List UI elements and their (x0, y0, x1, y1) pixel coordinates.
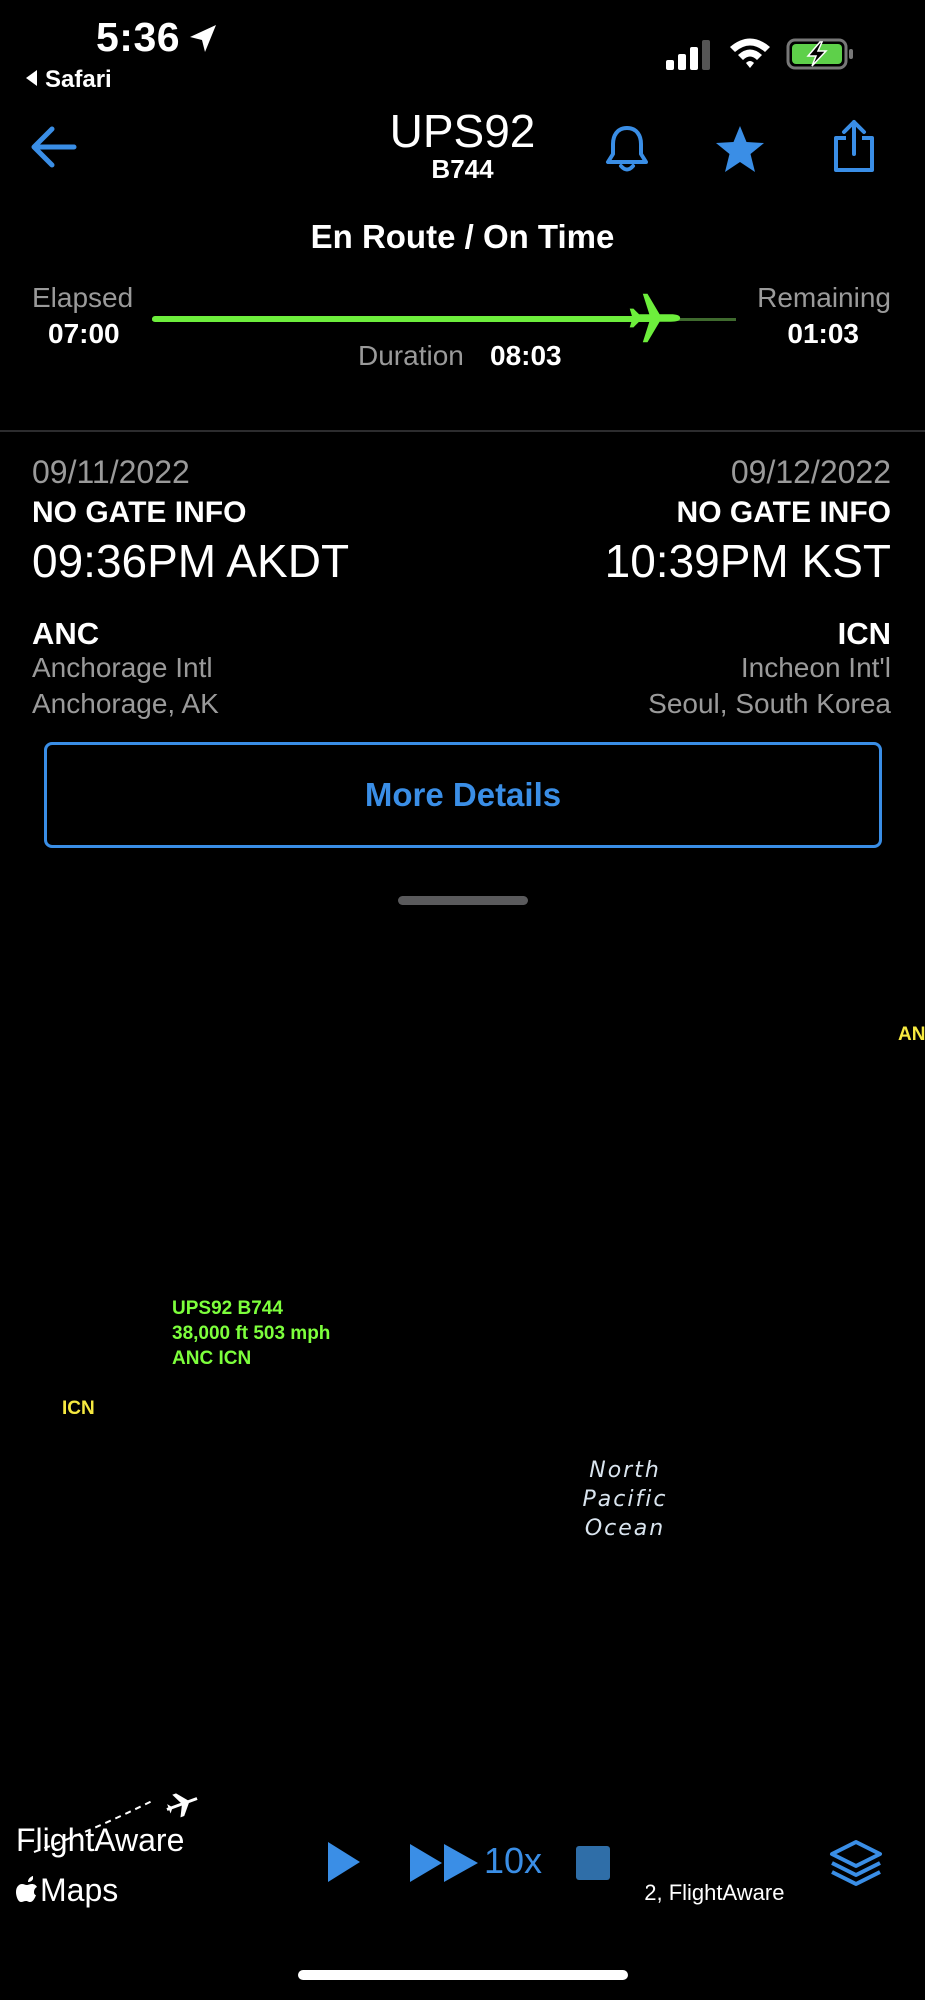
departure-city: Anchorage, AK (32, 688, 219, 719)
flight-status: En Route / On Time (310, 218, 615, 255)
back-to-safari[interactable]: Safari (26, 66, 112, 94)
departure-code: ANC (32, 616, 100, 651)
arrival-gate: NO GATE INFO (676, 496, 891, 529)
map-anc-label: AN (898, 1024, 925, 1045)
departure-airport: Anchorage Intl (32, 652, 213, 683)
playback-speed[interactable]: 10x (484, 1840, 542, 1882)
maps-label: Maps (40, 1872, 119, 1908)
arrival-city: Seoul, South Korea (648, 688, 891, 719)
wifi-icon (730, 38, 770, 68)
ocean-label: North Pacific Ocean (560, 1456, 690, 1543)
home-indicator[interactable] (298, 1970, 628, 1980)
more-details-button[interactable]: More Details (44, 742, 882, 848)
map-flight-tag-line1: UPS92 B744 (172, 1298, 283, 1319)
cellular-signal-icon (666, 40, 710, 70)
apple-logo-icon (16, 1876, 37, 1902)
remaining-value: 01:03 (787, 318, 859, 349)
apple-maps-attribution[interactable]: Maps (16, 1872, 118, 1909)
map-flight-tag-line2: 38,000 ft 503 mph (172, 1323, 331, 1344)
fast-forward-icon[interactable] (408, 1840, 480, 1886)
star-icon[interactable] (714, 124, 766, 174)
aircraft-type: B744 (431, 154, 494, 184)
layers-button[interactable] (808, 1816, 904, 1912)
map-icn-label: ICN (62, 1398, 95, 1419)
back-triangle-icon (26, 70, 37, 86)
map-copyright: 22, FlightAware (632, 1880, 785, 1905)
ocean-label-line2: Pacific (582, 1487, 668, 1512)
ocean-label-line3: Ocean (584, 1516, 666, 1541)
sheet-grabber[interactable] (398, 896, 528, 905)
map-flight-tag-line3: ANC ICN (172, 1348, 252, 1369)
ocean-label-line1: North (589, 1458, 661, 1483)
departure-time: 09:36PM AKDT (32, 535, 350, 587)
location-arrow-icon (190, 25, 216, 52)
back-app-label: Safari (45, 66, 112, 93)
map-flight-tag[interactable]: UPS92 B744 38,000 ft 503 mph ANC ICN (172, 1296, 330, 1371)
battery-charging-icon (786, 38, 853, 70)
duration-value: 08:03 (490, 340, 562, 371)
departure-gate: NO GATE INFO (32, 496, 247, 529)
arrival-airport: Incheon Int'l (740, 652, 891, 683)
elapsed-value: 07:00 (48, 318, 120, 349)
duration-label: Duration (358, 340, 464, 371)
play-icon[interactable] (324, 1838, 364, 1886)
arrival-code: ICN (837, 616, 891, 651)
section-divider (0, 430, 925, 432)
airplane-icon (629, 293, 681, 343)
status-time: 5:36 (96, 14, 181, 60)
flightaware-brand: FlightAware (16, 1822, 185, 1858)
arrival-date: 09/12/2022 (730, 454, 891, 490)
arrival-time: 10:39PM KST (604, 535, 891, 587)
share-icon[interactable] (830, 118, 878, 174)
bell-icon[interactable] (604, 122, 650, 174)
stop-icon[interactable] (576, 1846, 610, 1880)
layers-icon (830, 1840, 882, 1886)
progress-fill (152, 316, 660, 322)
elapsed-label: Elapsed (32, 282, 134, 313)
flight-ident: UPS92 (389, 105, 536, 157)
departure-date: 09/11/2022 (32, 454, 190, 490)
remaining-label: Remaining (757, 282, 891, 313)
